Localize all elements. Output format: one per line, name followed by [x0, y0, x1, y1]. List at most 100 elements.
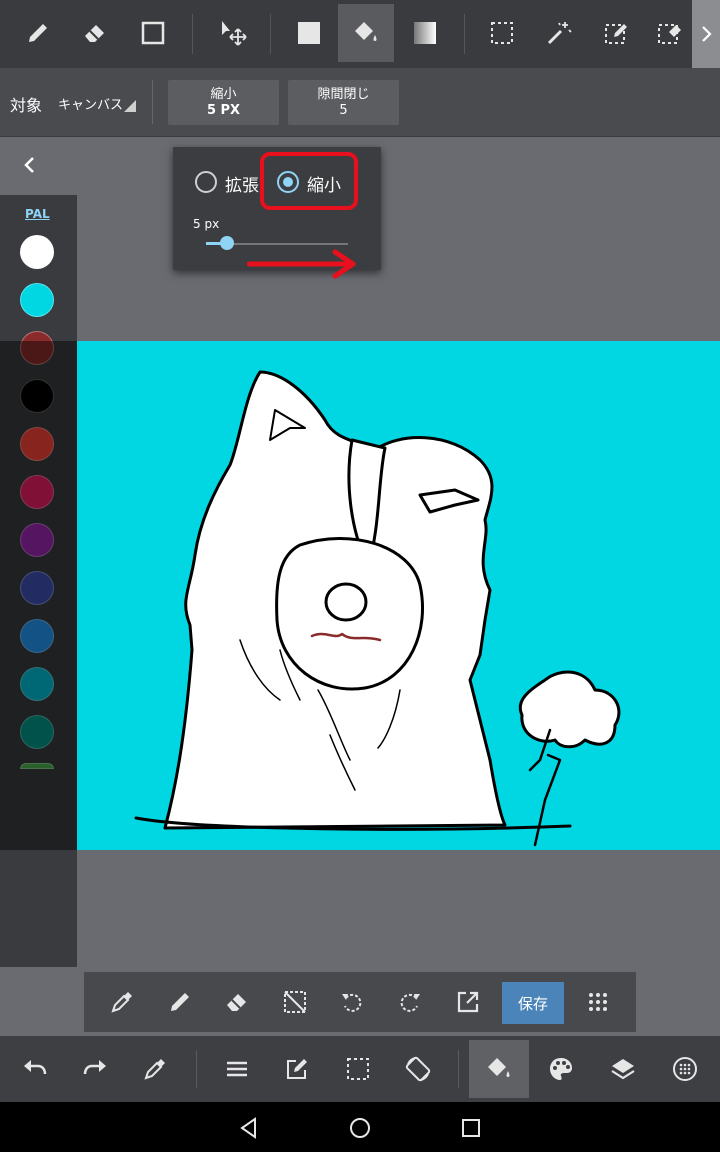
- menu-icon: [227, 1061, 247, 1077]
- save-button[interactable]: 保存: [502, 982, 564, 1024]
- nav-back-button[interactable]: [236, 1115, 262, 1141]
- bottom-toolbar: [0, 1036, 720, 1102]
- undo-icon: [24, 1060, 47, 1075]
- gap-close-value: 5: [339, 102, 348, 118]
- palette-button[interactable]: [531, 1040, 591, 1098]
- eyedropper-icon: [111, 992, 132, 1013]
- recents-icon: [462, 1119, 480, 1137]
- dropdown-corner-icon: [124, 100, 136, 112]
- gap-close-button[interactable]: 隙間閉じ 5: [288, 80, 399, 125]
- rotate-canvas-icon: [405, 1056, 431, 1082]
- pen-icon: [171, 993, 189, 1011]
- rectangle-icon: [141, 21, 165, 45]
- move-tool-button[interactable]: [205, 4, 261, 62]
- gradient-tool-button[interactable]: [397, 4, 453, 62]
- chevron-right-icon: [702, 26, 712, 42]
- palette-tab[interactable]: PAL: [25, 207, 50, 221]
- layers-icon: [611, 1059, 635, 1080]
- bucket-icon: [488, 1058, 510, 1077]
- export-icon: [457, 991, 479, 1013]
- select-eraser-tool-button[interactable]: [645, 4, 692, 62]
- quick-grid-button[interactable]: [574, 978, 622, 1026]
- more-options-button[interactable]: [655, 1040, 715, 1098]
- edit-button[interactable]: [267, 1040, 327, 1098]
- android-nav-bar: [0, 1102, 720, 1152]
- redo-button[interactable]: [65, 1040, 125, 1098]
- color-swatch[interactable]: [20, 283, 54, 317]
- toolbar-more-button[interactable]: [692, 0, 720, 68]
- bottom-divider: [196, 1050, 197, 1088]
- target-value: キャンバス: [58, 98, 124, 113]
- expand-shrink-popup: 拡張 縮小 5 px: [173, 147, 381, 279]
- more-icon: [673, 1057, 697, 1081]
- select-rect-tool-button[interactable]: [474, 4, 530, 62]
- shrink-option-value: 5 PX: [206, 102, 241, 118]
- rectangle-tool-button[interactable]: [125, 4, 181, 62]
- magic-wand-icon: [547, 22, 572, 45]
- bottom-eyedropper-button[interactable]: [125, 1040, 185, 1098]
- top-toolbar: [0, 0, 720, 69]
- nav-recents-button[interactable]: [458, 1115, 484, 1141]
- collapse-palette-button[interactable]: [18, 152, 42, 178]
- size-slider-thumb[interactable]: [220, 236, 235, 250]
- shrink-label: 縮小: [307, 176, 341, 196]
- select-pen-tool-button[interactable]: [588, 4, 644, 62]
- rotate-left-icon: [342, 993, 362, 1012]
- quick-eraser-button[interactable]: [213, 978, 261, 1026]
- target-dropdown[interactable]: キャンバス: [56, 90, 140, 116]
- grid-icon: [589, 993, 607, 1011]
- selection-icon: [347, 1058, 369, 1080]
- redo-icon: [83, 1060, 106, 1075]
- option-divider: [152, 80, 153, 124]
- palette-icon: [550, 1058, 572, 1080]
- select-pen-icon: [605, 24, 627, 44]
- drawing-canvas[interactable]: [0, 341, 720, 850]
- bucket-tool-button[interactable]: [338, 4, 394, 62]
- shrink-radio-option[interactable]: 縮小: [275, 169, 355, 196]
- nav-home-button[interactable]: [347, 1115, 373, 1141]
- magic-wand-tool-button[interactable]: [531, 4, 587, 62]
- rotate-canvas-button[interactable]: [388, 1040, 448, 1098]
- fill-rect-tool-button[interactable]: [281, 4, 337, 62]
- expand-label: 拡張: [225, 176, 259, 196]
- quick-pen-button[interactable]: [156, 978, 204, 1026]
- brush-icon: [29, 24, 47, 42]
- shrink-option-button[interactable]: 縮小 5 PX: [168, 80, 279, 125]
- bucket-icon: [355, 22, 377, 41]
- quick-rotate-left-button[interactable]: [328, 978, 376, 1026]
- chevron-left-icon: [24, 157, 34, 173]
- bottom-bucket-button[interactable]: [469, 1040, 529, 1098]
- shrink-option-label: 縮小: [210, 86, 237, 102]
- dog-drawing: [134, 370, 621, 847]
- palette-canvas-overlap: [0, 341, 77, 850]
- expand-radio-option[interactable]: 拡張: [193, 169, 265, 196]
- quick-toolbar: 保存: [84, 972, 636, 1032]
- expand-radio-icon: [195, 171, 217, 193]
- quick-rotate-right-button[interactable]: [386, 978, 434, 1026]
- deselect-icon: [284, 991, 306, 1013]
- target-label: 対象: [10, 96, 43, 115]
- red-arrow-annotation: [247, 249, 356, 279]
- quick-eyedropper-button[interactable]: [98, 978, 146, 1026]
- eraser-tool-button[interactable]: [67, 4, 123, 62]
- toolbar-divider: [192, 14, 193, 54]
- fill-rect-icon: [298, 22, 320, 44]
- bottom-divider: [458, 1050, 459, 1088]
- move-icon: [222, 21, 247, 46]
- rotate-right-icon: [400, 993, 420, 1012]
- color-swatch[interactable]: [20, 235, 54, 269]
- eraser-icon: [227, 994, 246, 1011]
- quick-export-button[interactable]: [444, 978, 492, 1026]
- eraser-icon: [85, 25, 104, 42]
- menu-button[interactable]: [207, 1040, 267, 1098]
- toolbar-divider: [464, 14, 465, 54]
- layers-button[interactable]: [593, 1040, 653, 1098]
- quick-deselect-button[interactable]: [271, 978, 319, 1026]
- select-eraser-icon: [657, 24, 681, 44]
- selection-button[interactable]: [328, 1040, 388, 1098]
- shrink-radio-icon: [277, 171, 299, 193]
- brush-tool-button[interactable]: [10, 4, 66, 62]
- toolbar-divider: [270, 14, 271, 54]
- edit-icon: [287, 1059, 307, 1079]
- undo-button[interactable]: [5, 1040, 65, 1098]
